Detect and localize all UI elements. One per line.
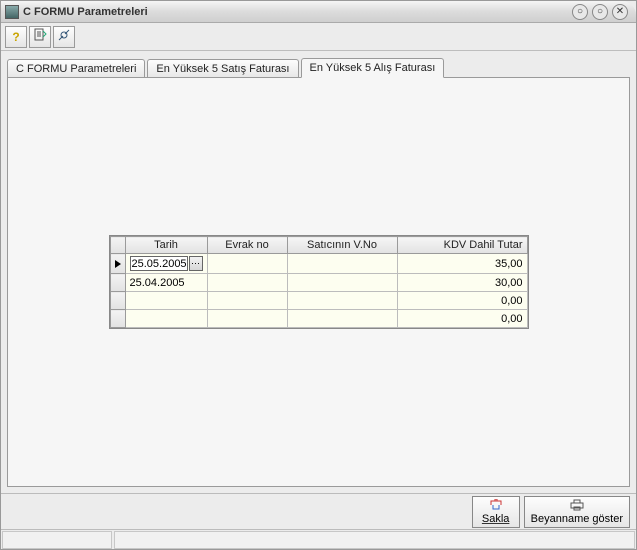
close-button[interactable]: ✕ — [612, 4, 628, 20]
toolbar-button-3[interactable] — [53, 26, 75, 48]
cell-tarih[interactable] — [125, 292, 207, 310]
window-title: C FORMU Parametreleri — [23, 6, 148, 18]
table-row[interactable]: 0,00 — [110, 292, 527, 310]
save-icon — [489, 499, 503, 513]
cell-kdv[interactable]: 0,00 — [397, 292, 527, 310]
tool-icon — [57, 28, 71, 45]
tarih-input[interactable] — [130, 256, 188, 271]
show-declaration-label: Beyanname göster — [531, 514, 623, 525]
toolbar: ? — [1, 23, 636, 51]
cell-tarih[interactable] — [125, 310, 207, 328]
titlebar-spacer — [148, 1, 568, 22]
help-button[interactable]: ? — [5, 26, 27, 48]
table-row[interactable]: 25.04.2005 30,00 — [110, 274, 527, 292]
clipboard-icon — [33, 28, 47, 45]
toolbar-button-2[interactable] — [29, 26, 51, 48]
tab-alis-faturasi[interactable]: En Yüksek 5 Alış Faturası — [301, 58, 445, 78]
row-pointer-icon — [115, 260, 121, 268]
row-indicator — [110, 274, 125, 292]
row-indicator — [110, 254, 125, 274]
window-buttons: ○ ○ ✕ — [568, 4, 632, 20]
cell-vno[interactable] — [287, 292, 397, 310]
cell-evrak[interactable] — [207, 254, 287, 274]
data-grid[interactable]: Tarih Evrak no Satıcının V.No KDV Dahil … — [109, 235, 529, 329]
app-icon — [5, 5, 19, 19]
date-lookup-button[interactable]: ⋯ — [189, 256, 203, 271]
save-button[interactable]: Sakla — [472, 496, 520, 528]
tab-parametreleri[interactable]: C FORMU Parametreleri — [7, 59, 145, 78]
cell-vno[interactable] — [287, 274, 397, 292]
row-indicator — [110, 310, 125, 328]
table-row[interactable]: 0,00 — [110, 310, 527, 328]
cell-tarih[interactable]: ⋯ — [125, 254, 207, 274]
cell-tarih[interactable]: 25.04.2005 — [125, 274, 207, 292]
cell-evrak[interactable] — [207, 292, 287, 310]
row-header-corner — [110, 237, 125, 254]
column-header-kdv[interactable]: KDV Dahil Tutar — [397, 237, 527, 254]
column-header-vno[interactable]: Satıcının V.No — [287, 237, 397, 254]
window: C FORMU Parametreleri ○ ○ ✕ ? C FORMU Pa… — [0, 0, 637, 550]
table-row[interactable]: ⋯ 35,00 — [110, 254, 527, 274]
minimize-button[interactable]: ○ — [572, 4, 588, 20]
cell-vno[interactable] — [287, 254, 397, 274]
show-declaration-button[interactable]: Beyanname göster — [524, 496, 630, 528]
cell-kdv[interactable]: 0,00 — [397, 310, 527, 328]
save-label: Sakla — [482, 514, 510, 525]
cell-vno[interactable] — [287, 310, 397, 328]
cell-evrak[interactable] — [207, 310, 287, 328]
help-icon: ? — [12, 30, 19, 44]
status-cell-1 — [2, 531, 112, 549]
column-header-evrak[interactable]: Evrak no — [207, 237, 287, 254]
bottom-toolbar: Sakla Beyanname göster — [1, 493, 636, 529]
cell-evrak[interactable] — [207, 274, 287, 292]
tab-strip: C FORMU Parametreleri En Yüksek 5 Satış … — [1, 51, 636, 77]
cell-kdv[interactable]: 30,00 — [397, 274, 527, 292]
tab-panel: Tarih Evrak no Satıcının V.No KDV Dahil … — [7, 77, 630, 487]
printer-icon — [569, 499, 585, 513]
titlebar: C FORMU Parametreleri ○ ○ ✕ — [1, 1, 636, 23]
column-header-tarih[interactable]: Tarih — [125, 237, 207, 254]
maximize-button[interactable]: ○ — [592, 4, 608, 20]
row-indicator — [110, 292, 125, 310]
statusbar — [1, 529, 636, 549]
cell-kdv[interactable]: 35,00 — [397, 254, 527, 274]
tab-satis-faturasi[interactable]: En Yüksek 5 Satış Faturası — [147, 59, 298, 78]
status-cell-2 — [114, 531, 635, 549]
